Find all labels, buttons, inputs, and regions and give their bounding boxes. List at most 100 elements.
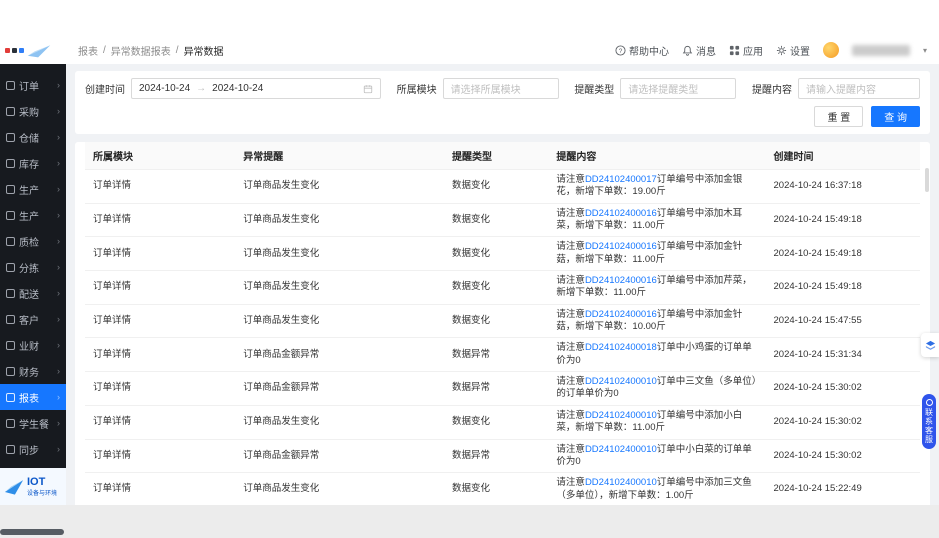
breadcrumb-item-reports[interactable]: 报表 bbox=[78, 43, 98, 58]
col-module: 所属模块 bbox=[85, 142, 235, 170]
sidebar-item-label: 财务 bbox=[19, 364, 39, 379]
chevron-down-icon[interactable]: ▾ bbox=[923, 46, 927, 55]
cell-alert: 订单商品发生变化 bbox=[235, 203, 444, 237]
apps-link[interactable]: 应用 bbox=[729, 43, 763, 58]
chevron-right-icon: › bbox=[57, 366, 60, 376]
module-select[interactable]: 请选择所属模块 bbox=[443, 78, 559, 99]
sidebar-item-business-finance[interactable]: 业财 › bbox=[0, 332, 66, 358]
sidebar-item-production[interactable]: 生产 › bbox=[0, 176, 66, 202]
cell-type: 数据变化 bbox=[444, 203, 548, 237]
sidebar-item-sorting[interactable]: 分拣 › bbox=[0, 254, 66, 280]
sidebar-item-delivery[interactable]: 配送 › bbox=[0, 280, 66, 306]
cell-module: 订单详情 bbox=[85, 372, 235, 406]
reset-button[interactable]: 重 置 bbox=[814, 106, 863, 127]
filter-actions: 重 置 查 询 bbox=[85, 106, 920, 127]
finance-icon bbox=[6, 367, 15, 376]
date-range-picker[interactable]: 2024-10-24 → 2024-10-24 bbox=[131, 78, 381, 99]
cell-time: 2024-10-24 15:22:49 bbox=[766, 473, 920, 505]
type-select[interactable]: 请选择提醒类型 bbox=[620, 78, 736, 99]
order-number-link[interactable]: DD24102400016 bbox=[585, 241, 657, 252]
cell-time: 2024-10-24 15:30:02 bbox=[766, 372, 920, 406]
notice-prefix: 请注意 bbox=[556, 309, 585, 320]
chevron-right-icon: › bbox=[57, 314, 60, 324]
sidebar-item-warehouse[interactable]: 仓储 › bbox=[0, 124, 66, 150]
notice-prefix: 请注意 bbox=[556, 241, 585, 252]
table-scrollbar-thumb[interactable] bbox=[925, 168, 929, 192]
sidebar: 订单 › 采购 › 仓储 › 库存 › 生产 › 生产 › 质检 › 分拣 › … bbox=[0, 64, 66, 468]
horizontal-scrollbar-thumb[interactable] bbox=[0, 529, 64, 535]
filter-card: 创建时间 2024-10-24 → 2024-10-24 所属模块 请选择所属模… bbox=[75, 71, 930, 134]
notice-prefix: 请注意 bbox=[556, 376, 585, 387]
sidebar-item-reports[interactable]: 报表 › bbox=[0, 384, 66, 410]
chevron-right-icon: › bbox=[57, 392, 60, 402]
breadcrumb: 报表 / 异常数据报表 / 异常数据 bbox=[78, 43, 224, 58]
cell-content: 请注意DD24102400016订单编号中添加金针菇，新增下单数：10.00斤 bbox=[548, 304, 765, 338]
top-header: 报表 / 异常数据报表 / 异常数据 ? 帮助中心 消息 应用 设置 ▾ bbox=[0, 36, 939, 64]
cell-time: 2024-10-24 15:49:18 bbox=[766, 203, 920, 237]
order-number-link[interactable]: DD24102400017 bbox=[585, 174, 657, 185]
cell-content: 请注意DD24102400016订单编号中添加木耳菜，新增下单数：11.00斤 bbox=[548, 203, 765, 237]
sidebar-item-orders[interactable]: 订单 › bbox=[0, 72, 66, 98]
settings-link[interactable]: 设置 bbox=[776, 43, 810, 58]
logo-square-red-icon bbox=[5, 48, 10, 53]
cell-module: 订单详情 bbox=[85, 203, 235, 237]
search-button[interactable]: 查 询 bbox=[871, 106, 920, 127]
cell-time: 2024-10-24 15:30:02 bbox=[766, 405, 920, 439]
table-row: 订单详情 订单商品发生变化 数据变化 请注意DD24102400017订单编号中… bbox=[85, 170, 920, 204]
cell-type: 数据变化 bbox=[444, 473, 548, 505]
cell-content: 请注意DD24102400016订单编号中添加芹菜，新增下单数：11.00斤 bbox=[548, 271, 765, 305]
delivery-icon bbox=[6, 289, 15, 298]
module-filter-label: 所属模块 bbox=[397, 81, 437, 96]
sidebar-item-sync[interactable]: 同步 › bbox=[0, 436, 66, 462]
cell-time: 2024-10-24 15:49:18 bbox=[766, 237, 920, 271]
sidebar-item-label: 生产 bbox=[19, 208, 39, 223]
order-number-link[interactable]: DD24102400016 bbox=[585, 275, 657, 286]
table-row: 订单详情 订单商品发生变化 数据变化 请注意DD24102400010订单编号中… bbox=[85, 473, 920, 505]
cell-content: 请注意DD24102400010订单中小白菜的订单单价为0 bbox=[548, 439, 765, 473]
help-center-link[interactable]: ? 帮助中心 bbox=[615, 43, 669, 58]
alerts-table: 所属模块 异常提醒 提醒类型 提醒内容 创建时间 订单详情 订单商品发生变化 数… bbox=[85, 142, 920, 505]
production-2-icon bbox=[6, 211, 15, 220]
content-filter-group: 提醒内容 请输入提醒内容 bbox=[752, 78, 920, 99]
chevron-right-icon: › bbox=[57, 418, 60, 428]
col-alert: 异常提醒 bbox=[235, 142, 444, 170]
sidebar-item-quality[interactable]: 质检 › bbox=[0, 228, 66, 254]
inventory-icon bbox=[6, 159, 15, 168]
cell-module: 订单详情 bbox=[85, 304, 235, 338]
messages-link[interactable]: 消息 bbox=[682, 43, 716, 58]
sidebar-item-label: 生产 bbox=[19, 182, 39, 197]
cell-time: 2024-10-24 15:47:55 bbox=[766, 304, 920, 338]
sidebar-item-purchase[interactable]: 采购 › bbox=[0, 98, 66, 124]
sidebar-item-inventory[interactable]: 库存 › bbox=[0, 150, 66, 176]
order-number-link[interactable]: DD24102400016 bbox=[585, 208, 657, 219]
breadcrumb-item-abnormal-report[interactable]: 异常数据报表 bbox=[111, 43, 171, 58]
float-widget[interactable] bbox=[921, 333, 939, 357]
col-type: 提醒类型 bbox=[444, 142, 548, 170]
order-number-link[interactable]: DD24102400010 bbox=[585, 477, 657, 488]
order-number-link[interactable]: DD24102400018 bbox=[585, 342, 657, 353]
filter-row: 创建时间 2024-10-24 → 2024-10-24 所属模块 请选择所属模… bbox=[85, 78, 920, 99]
contact-support-button[interactable]: 联系客服 bbox=[922, 394, 936, 449]
sidebar-item-label: 分拣 bbox=[19, 260, 39, 275]
sidebar-item-finance[interactable]: 财务 › bbox=[0, 358, 66, 384]
order-number-link[interactable]: DD24102400010 bbox=[585, 444, 657, 455]
content-search-input[interactable]: 请输入提醒内容 bbox=[798, 78, 920, 99]
order-number-link[interactable]: DD24102400010 bbox=[585, 410, 657, 421]
order-number-link[interactable]: DD24102400010 bbox=[585, 376, 657, 387]
chevron-right-icon: › bbox=[57, 80, 60, 90]
cell-alert: 订单商品金额异常 bbox=[235, 338, 444, 372]
avatar[interactable] bbox=[823, 42, 839, 58]
cell-type: 数据变化 bbox=[444, 271, 548, 305]
sidebar-item-production-2[interactable]: 生产 › bbox=[0, 202, 66, 228]
quality-icon bbox=[6, 237, 15, 246]
order-number-link[interactable]: DD24102400016 bbox=[585, 309, 657, 320]
customers-icon bbox=[6, 315, 15, 324]
chevron-right-icon: › bbox=[57, 236, 60, 246]
module-select-placeholder: 请选择所属模块 bbox=[451, 81, 521, 96]
sidebar-item-customers[interactable]: 客户 › bbox=[0, 306, 66, 332]
svg-text:?: ? bbox=[619, 47, 623, 54]
sidebar-item-label: 学生餐 bbox=[19, 416, 49, 431]
module-filter-group: 所属模块 请选择所属模块 bbox=[397, 78, 559, 99]
bottom-logo: IOT 设备与环境 bbox=[0, 468, 66, 505]
sidebar-item-student-meals[interactable]: 学生餐 › bbox=[0, 410, 66, 436]
